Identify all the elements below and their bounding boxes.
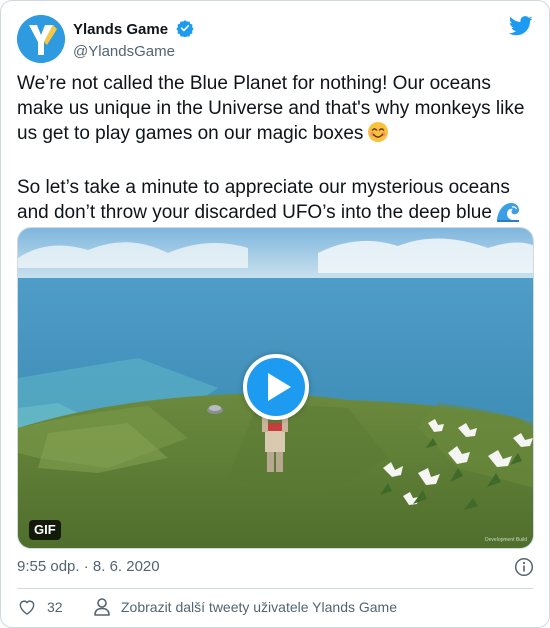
play-icon — [268, 373, 291, 401]
development-build-watermark: Development Build — [485, 537, 527, 543]
like-count: 32 — [47, 599, 63, 615]
tweet-paragraph: So let’s take a minute to appreciate our… — [17, 175, 537, 229]
gif-media[interactable]: GIF Development Build — [17, 227, 534, 549]
smiling-face-icon — [367, 121, 389, 150]
timestamp[interactable]: 9:55 odp. · 8. 6. 2020 — [17, 557, 160, 577]
paragraph-text: We’re not called the Blue Planet for not… — [17, 73, 525, 144]
verified-badge-icon — [175, 19, 194, 42]
display-name[interactable]: Ylands Game — [73, 20, 168, 40]
tweet-text: We’re not called the Blue Planet for not… — [17, 71, 537, 229]
water-wave-icon — [495, 200, 520, 229]
more-tweets-label: Zobrazit další tweety uživatele Ylands G… — [121, 599, 397, 615]
paragraph-text: So let’s take a minute to appreciate our… — [17, 177, 510, 223]
tweet-header: Ylands Game @YlandsGame — [17, 15, 533, 63]
divider — [17, 588, 533, 589]
info-icon[interactable] — [514, 557, 534, 582]
tweet-paragraph: We’re not called the Blue Planet for not… — [17, 71, 537, 150]
heart-icon — [19, 600, 35, 615]
author-names: Ylands Game @YlandsGame — [73, 19, 194, 62]
avatar[interactable] — [17, 15, 65, 63]
gif-badge: GIF — [29, 520, 61, 540]
tweet-card: Ylands Game @YlandsGame We’re not called… — [0, 0, 550, 628]
like-button[interactable]: 32 — [17, 596, 63, 618]
twitter-bird-icon[interactable] — [508, 15, 533, 42]
handle[interactable]: @YlandsGame — [73, 42, 194, 62]
person-icon — [94, 598, 110, 616]
play-button[interactable] — [243, 354, 309, 420]
more-tweets-link[interactable]: Zobrazit další tweety uživatele Ylands G… — [93, 596, 397, 618]
ylands-logo-icon — [17, 15, 65, 63]
